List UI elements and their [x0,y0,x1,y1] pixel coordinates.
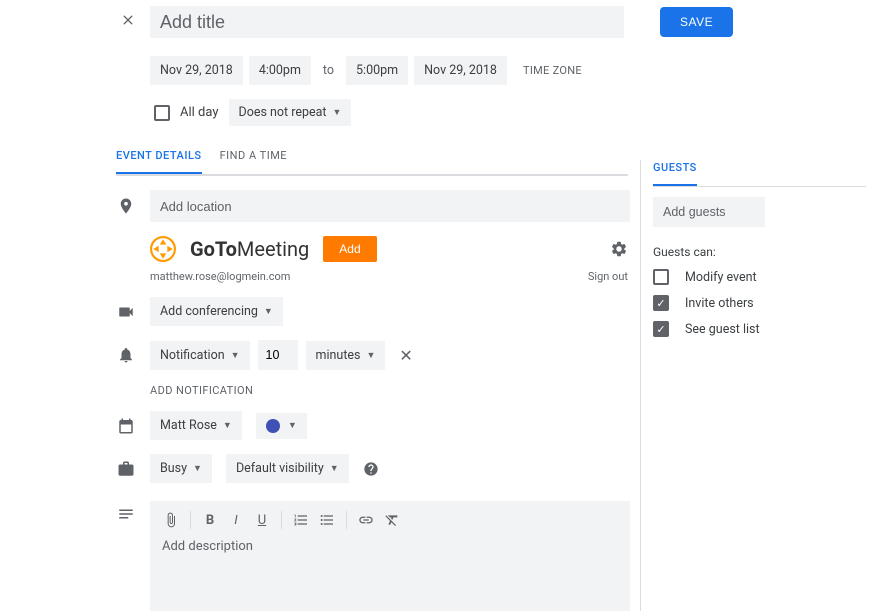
start-time[interactable]: 4:00pm [249,56,311,85]
modify-event-label: Modify event [685,270,757,285]
notification-type-dropdown[interactable]: Notification ▼ [150,341,250,370]
numbered-list-icon[interactable] [290,509,312,531]
end-time[interactable]: 5:00pm [346,56,408,85]
guests-input[interactable] [653,197,765,227]
see-guest-list-checkbox[interactable] [653,321,669,337]
location-icon [116,197,136,215]
chevron-down-icon: ▼ [193,463,202,474]
calendar-color-dropdown[interactable]: ▼ [256,413,307,439]
close-icon[interactable] [120,12,136,28]
underline-icon[interactable]: U [251,509,273,531]
start-date[interactable]: Nov 29, 2018 [150,56,243,85]
visibility-dropdown[interactable]: Default visibility ▼ [226,454,349,483]
chevron-down-icon: ▼ [333,107,342,118]
gotomeeting-email: matthew.rose@logmein.com [150,270,290,283]
guests-can-label: Guests can: [653,245,866,259]
bullet-list-icon[interactable] [316,509,338,531]
remove-notification-icon[interactable]: ✕ [393,346,418,365]
tab-event-details[interactable]: EVENT DETAILS [116,149,202,174]
repeat-dropdown[interactable]: Does not repeat ▼ [229,99,352,126]
calendar-icon [116,417,136,435]
end-date[interactable]: Nov 29, 2018 [414,56,507,85]
to-label: to [317,63,340,78]
bell-icon [116,346,136,364]
save-button[interactable]: SAVE [660,7,733,37]
location-input[interactable] [150,190,630,222]
allday-checkbox[interactable] [154,105,170,121]
invite-others-checkbox[interactable] [653,295,669,311]
notification-unit-dropdown[interactable]: minutes ▼ [306,341,386,370]
chevron-down-icon: ▼ [330,463,339,474]
conferencing-dropdown[interactable]: Add conferencing ▼ [150,297,283,326]
repeat-label: Does not repeat [239,105,327,120]
italic-icon[interactable]: I [225,509,247,531]
tab-find-time[interactable]: FIND A TIME [220,149,287,174]
chevron-down-icon: ▼ [231,350,240,361]
tab-guests[interactable]: GUESTS [653,161,697,186]
invite-others-label: Invite others [685,296,754,311]
chevron-down-icon: ▼ [223,420,232,431]
briefcase-icon [116,460,136,478]
clear-format-icon[interactable] [381,509,403,531]
video-icon [116,303,136,321]
description-icon [116,505,136,523]
calendar-owner-dropdown[interactable]: Matt Rose ▼ [150,411,242,440]
gotomeeting-brand: GoToMeeting [190,237,309,261]
conferencing-label: Add conferencing [160,304,258,319]
add-notification-button[interactable]: ADD NOTIFICATION [150,384,640,397]
see-guest-list-label: See guest list [685,322,760,337]
link-icon[interactable] [355,509,377,531]
chevron-down-icon: ▼ [288,420,297,431]
modify-event-checkbox[interactable] [653,269,669,285]
bold-icon[interactable]: B [199,509,221,531]
gotomeeting-add-button[interactable]: Add [323,236,376,262]
attach-icon[interactable] [160,509,182,531]
notification-value-input[interactable] [258,340,298,370]
title-input[interactable] [150,6,624,38]
help-icon[interactable] [363,461,379,477]
chevron-down-icon: ▼ [264,306,273,317]
busy-dropdown[interactable]: Busy ▼ [150,454,212,483]
gear-icon[interactable] [610,240,628,258]
gotomeeting-logo [150,236,176,262]
chevron-down-icon: ▼ [367,350,376,361]
allday-label: All day [180,105,219,120]
signout-link[interactable]: Sign out [588,270,628,283]
color-dot [266,419,280,433]
description-placeholder: Add description [150,539,630,566]
timezone-link[interactable]: TIME ZONE [513,64,582,77]
description-box[interactable]: B I U Add description [150,501,630,611]
